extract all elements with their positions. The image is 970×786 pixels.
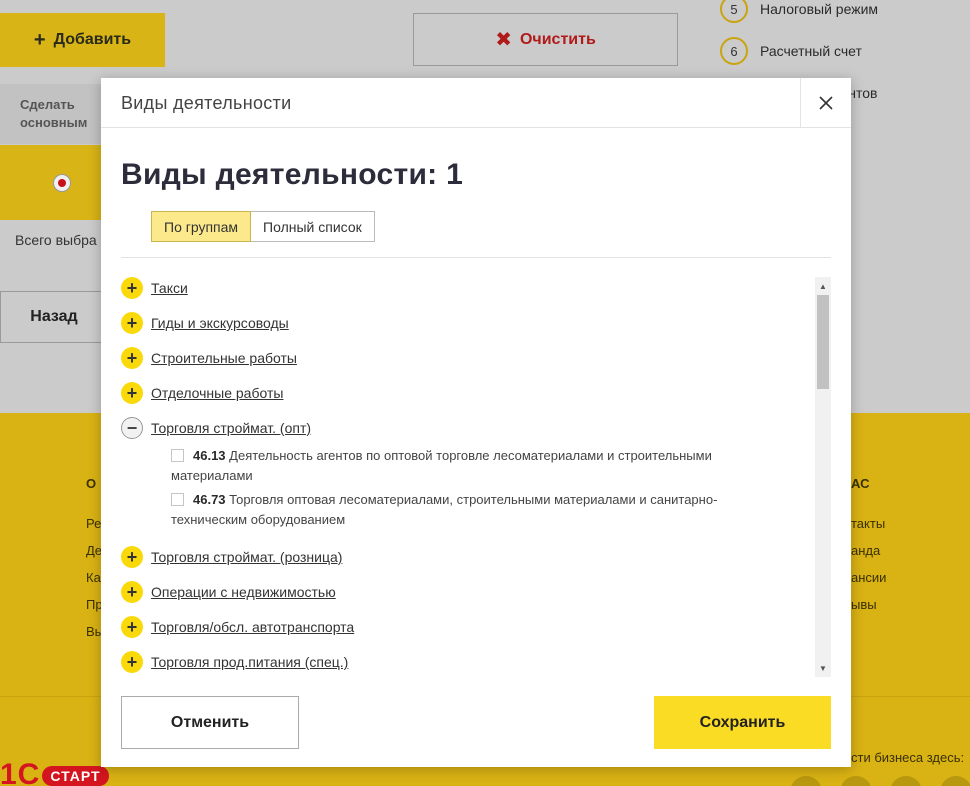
- cross-icon: ✖: [495, 29, 512, 51]
- activities-modal: Виды деятельности Виды деятельности: 1 П…: [101, 78, 851, 767]
- group-label[interactable]: Операции с недвижимостью: [151, 584, 336, 600]
- activity-code: 46.13: [193, 448, 226, 463]
- group-label[interactable]: Торговля прод.питания (спец.): [151, 654, 348, 670]
- activity-subitem[interactable]: 46.73 Торговля оптовая лесоматериалами, …: [171, 490, 781, 530]
- social-icon[interactable]: [940, 776, 970, 786]
- logo-sub: СТАРТ: [42, 766, 109, 786]
- footer-link[interactable]: такты: [851, 510, 886, 537]
- step-item[interactable]: 5 Налоговый режим: [720, 0, 878, 30]
- business-text: сти бизнеса здесь:: [851, 750, 965, 765]
- column-header-line: Сделать: [20, 97, 75, 112]
- activity-subitem[interactable]: 46.13 Деятельность агентов по оптовой то…: [171, 446, 781, 486]
- footer-heading-right: АС: [851, 476, 870, 491]
- plus-icon[interactable]: +: [121, 616, 143, 638]
- divider: [121, 257, 831, 258]
- clear-button-label: Очистить: [519, 30, 596, 48]
- group-label[interactable]: Торговля строймат. (опт): [151, 420, 311, 436]
- footer-heading-left: О: [86, 476, 97, 491]
- social-icons: [790, 776, 970, 786]
- step-number: 5: [720, 0, 748, 23]
- plus-icon[interactable]: +: [121, 382, 143, 404]
- scroll-thumb[interactable]: [817, 295, 829, 389]
- group-item[interactable]: + Отделочные работы: [121, 382, 283, 404]
- group-item[interactable]: + Такси: [121, 277, 188, 299]
- back-button[interactable]: Назад: [0, 291, 108, 343]
- activity-checkbox[interactable]: [171, 493, 184, 506]
- brand-logo[interactable]: 1С СТАРТ: [0, 758, 109, 786]
- group-label[interactable]: Торговля/обсл. автотранспорта: [151, 619, 354, 635]
- tab-by-groups[interactable]: По группам: [151, 211, 252, 242]
- plus-icon[interactable]: +: [121, 546, 143, 568]
- step-label: Расчетный счет: [760, 43, 862, 59]
- plus-icon[interactable]: +: [121, 277, 143, 299]
- logo-main: 1С: [0, 758, 41, 786]
- close-button[interactable]: [800, 78, 851, 128]
- cancel-button[interactable]: Отменить: [121, 696, 299, 749]
- footer-links-right: такты анда ансии ывы: [851, 510, 886, 618]
- group-label[interactable]: Гиды и экскурсоводы: [151, 315, 289, 331]
- footer-link[interactable]: ансии: [851, 564, 886, 591]
- plus-icon: +: [33, 28, 46, 51]
- minus-icon[interactable]: −: [121, 417, 143, 439]
- plus-icon[interactable]: +: [121, 581, 143, 603]
- group-item[interactable]: + Торговля строймат. (розница): [121, 546, 342, 568]
- footer-link[interactable]: анда: [851, 537, 886, 564]
- scroll-up-arrow-icon[interactable]: ▲: [815, 279, 831, 293]
- page-title: Виды деятельности: 1: [121, 158, 464, 191]
- activity-text: Торговля оптовая лесоматериалами, строит…: [171, 492, 718, 527]
- plus-icon[interactable]: +: [121, 347, 143, 369]
- total-selected-text: Всего выбра: [15, 232, 97, 248]
- modal-title: Виды деятельности: [121, 93, 292, 113]
- step-number: 6: [720, 37, 748, 65]
- radio-cell: [0, 145, 104, 220]
- group-label[interactable]: Отделочные работы: [151, 385, 283, 401]
- group-label[interactable]: Строительные работы: [151, 350, 297, 366]
- footer-link[interactable]: ывы: [851, 591, 886, 618]
- main-activity-radio[interactable]: [53, 174, 71, 192]
- group-item[interactable]: + Гиды и экскурсоводы: [121, 312, 289, 334]
- social-icon[interactable]: [890, 776, 922, 786]
- tab-full-list[interactable]: Полный список: [251, 211, 375, 242]
- activity-groups-list: + Такси + Гиды и экскурсоводы + Строител…: [121, 277, 811, 677]
- social-icon[interactable]: [790, 776, 822, 786]
- column-header-line: основным: [20, 115, 88, 130]
- group-item-expanded[interactable]: − Торговля строймат. (опт): [121, 417, 311, 439]
- view-toggle: По группам Полный список: [151, 211, 375, 242]
- modal-header: Виды деятельности: [101, 78, 851, 128]
- add-button-label: Добавить: [53, 31, 132, 48]
- step-label: Налоговый режим: [760, 1, 879, 17]
- activity-text: Деятельность агентов по оптовой торговле…: [171, 448, 712, 483]
- activity-checkbox[interactable]: [171, 449, 184, 462]
- scroll-down-arrow-icon[interactable]: ▼: [815, 661, 831, 675]
- group-item[interactable]: + Строительные работы: [121, 347, 297, 369]
- group-item[interactable]: + Торговля/обсл. автотранспорта: [121, 616, 354, 638]
- plus-icon[interactable]: +: [121, 651, 143, 673]
- group-item[interactable]: + Торговля прод.питания (спец.): [121, 651, 348, 673]
- group-label[interactable]: Такси: [151, 280, 188, 296]
- close-icon: [819, 96, 833, 110]
- activity-code: 46.73: [193, 492, 226, 507]
- save-button[interactable]: Сохранить: [654, 696, 831, 749]
- social-icon[interactable]: [840, 776, 872, 786]
- step-item[interactable]: 6 Расчетный счет: [720, 30, 878, 72]
- add-button[interactable]: + Добавить: [0, 13, 165, 67]
- list-scrollbar[interactable]: ▲ ▼: [815, 277, 831, 677]
- group-label[interactable]: Торговля строймат. (розница): [151, 549, 342, 565]
- column-header-make-main: Сделать основным: [0, 84, 104, 144]
- clear-button[interactable]: ✖ Очистить: [413, 13, 678, 66]
- group-item[interactable]: + Операции с недвижимостью: [121, 581, 336, 603]
- plus-icon[interactable]: +: [121, 312, 143, 334]
